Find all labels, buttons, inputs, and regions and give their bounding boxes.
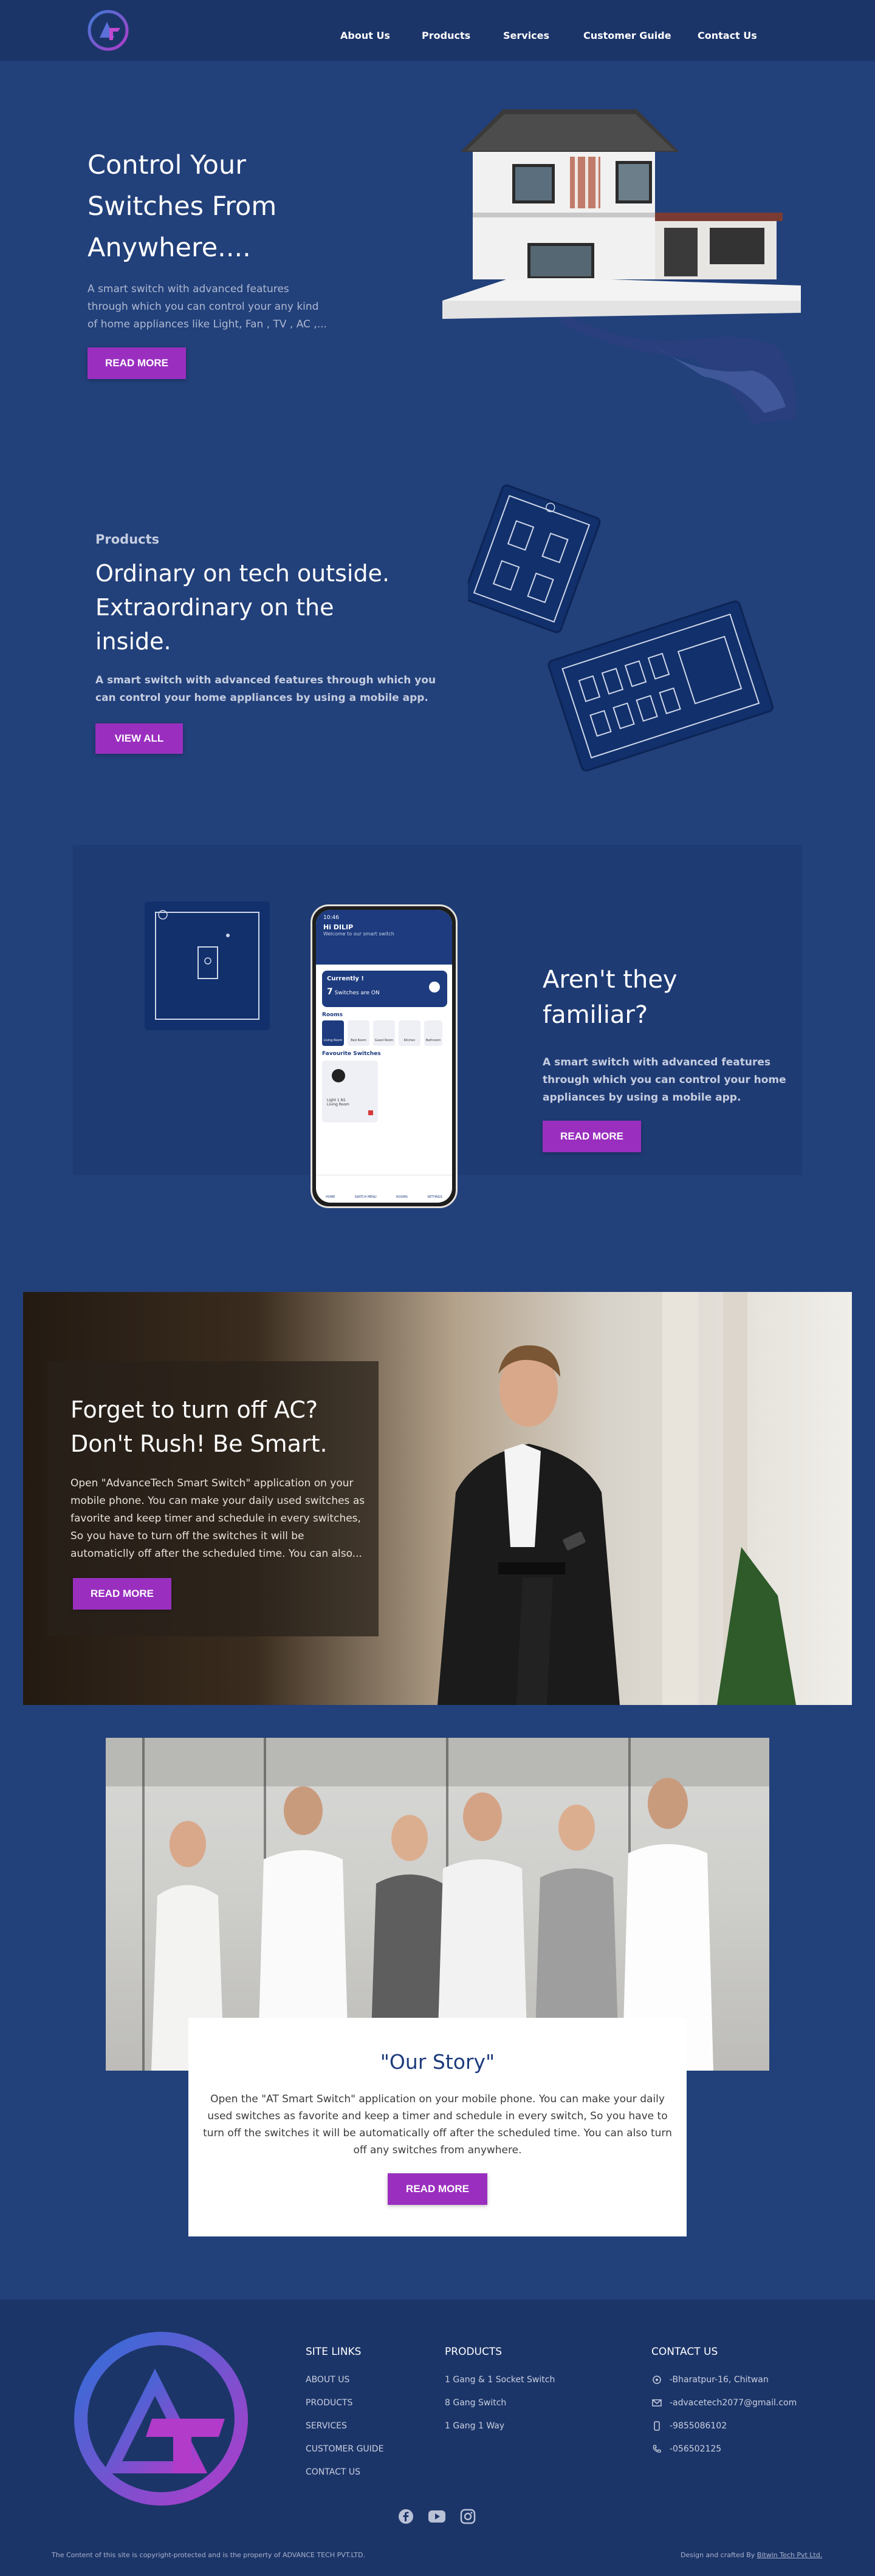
footer-credit-prefix: Design and crafted By <box>681 2551 755 2559</box>
ac-read-more-button[interactable]: READ MORE <box>73 1578 171 1610</box>
tab-switch-menu[interactable]: SWITCH MENU <box>355 1195 377 1199</box>
footer-link-services[interactable]: SERVICES <box>306 2421 347 2431</box>
familiar-title-line-2: familiar? <box>543 1001 648 1029</box>
hero-title-line-2: Switches From <box>88 191 277 222</box>
story-line-1: Open the "AT Smart Switch" application o… <box>210 2093 665 2105</box>
nav-contact-us[interactable]: Contact Us <box>698 30 757 41</box>
smart-switch-panels-image <box>468 484 774 772</box>
hero-title-line-1: Control Your <box>88 150 246 180</box>
footer-site-links-title: SITE LINKS <box>306 2346 362 2358</box>
man-with-phone-image <box>437 1292 796 1705</box>
phone-currently-label: Currently ! <box>327 975 364 982</box>
facebook-icon[interactable] <box>398 2509 414 2524</box>
footer-product-item[interactable]: 1 Gang & 1 Socket Switch <box>445 2375 555 2385</box>
familiar-desc-line-3: appliances by using a mobile app. <box>543 1092 741 1104</box>
instagram-icon[interactable] <box>460 2509 476 2524</box>
products-desc-line-1: A smart switch with advanced features th… <box>95 674 436 686</box>
footer-link-contact[interactable]: CONTACT US <box>306 2467 360 2477</box>
products-title-line-2: Extraordinary on the <box>95 594 334 621</box>
familiar-read-more-button[interactable]: READ MORE <box>543 1121 641 1152</box>
products-title-line-1: Ordinary on tech outside. <box>95 560 390 587</box>
phone-switches-count: 7 <box>327 987 333 997</box>
fav-switch-name: Light 1 N1 <box>327 1098 346 1102</box>
phone-switches-text: Switches are ON <box>334 990 380 996</box>
ac-desc-line-2: mobile phone. You can make your daily us… <box>70 1495 365 1507</box>
familiar-desc-line-2: through which you can control your home <box>543 1074 786 1086</box>
phone-time: 10:46 <box>323 915 339 921</box>
familiar-desc-line-1: A smart switch with advanced features <box>543 1056 771 1068</box>
footer-product-item[interactable]: 1 Gang 1 Way <box>445 2421 504 2431</box>
footer-copyright: The Content of this site is copyright-pr… <box>52 2551 365 2559</box>
hero-read-more-button[interactable]: READ MORE <box>88 347 186 379</box>
footer-credit: Design and crafted By Bitwin Tech Pvt Lt… <box>681 2551 822 2559</box>
products-desc-line-2: can control your home appliances by usin… <box>95 692 428 704</box>
logo-icon[interactable] <box>85 7 131 53</box>
ac-desc-line-1: Open "AdvanceTech Smart Switch" applicat… <box>70 1477 354 1489</box>
mobile-phone-icon <box>654 2421 660 2431</box>
story-title: "Our Story" <box>380 2050 495 2074</box>
nav-products[interactable]: Products <box>422 30 470 41</box>
products-title-line-3: inside. <box>95 628 171 655</box>
story-line-3: turn off the switches it will be automat… <box>203 2127 672 2139</box>
footer-link-customer-guide[interactable]: CUSTOMER GUIDE <box>306 2444 383 2454</box>
youtube-icon[interactable] <box>428 2510 445 2523</box>
footer-email[interactable]: -advacetech2077@gmail.com <box>670 2398 797 2408</box>
phone-rooms-label: Rooms <box>322 1012 343 1018</box>
ac-desc-line-4: So you have to turn off the switches it … <box>70 1530 304 1542</box>
familiar-title-line-1: Aren't they <box>543 966 678 994</box>
tab-home[interactable]: HOME <box>326 1195 335 1199</box>
phone-welcome: Welcome to our smart switch <box>323 931 394 937</box>
telephone-icon <box>653 2445 661 2453</box>
room-tile[interactable]: Living Room <box>322 1020 344 1046</box>
story-line-4: off any switches from anywhere. <box>353 2144 522 2156</box>
room-tile[interactable]: Bed Room <box>348 1020 369 1046</box>
email-icon <box>652 2399 662 2407</box>
ac-title-line-2: Don't Rush! Be Smart. <box>70 1430 328 1457</box>
power-toggle[interactable] <box>368 1110 373 1115</box>
story-read-more-button[interactable]: READ MORE <box>388 2173 487 2205</box>
logo-icon[interactable] <box>70 2328 252 2510</box>
house-in-hand-image <box>442 109 801 424</box>
footer-product-item[interactable]: 8 Gang Switch <box>445 2398 506 2408</box>
room-tile[interactable]: Bathroom <box>424 1020 442 1046</box>
nav-customer-guide[interactable]: Customer Guide <box>583 30 671 41</box>
footer-credit-link[interactable]: Bitwin Tech Pvt Ltd. <box>757 2551 822 2559</box>
fav-switch-room: Living Room <box>327 1102 349 1107</box>
footer-mobile[interactable]: -9855086102 <box>670 2421 727 2431</box>
phone-favourites-label: Favourite Switches <box>322 1051 381 1057</box>
nav-services[interactable]: Services <box>503 30 549 41</box>
lightbulb-icon <box>429 982 440 992</box>
room-tile[interactable]: Guest Room <box>373 1020 395 1046</box>
story-line-2: used switches as favorite and keep a tim… <box>207 2110 668 2122</box>
hero-desc-line-2: through which you can control your any k… <box>88 301 319 313</box>
single-switch-image <box>145 901 270 1030</box>
hero-desc-line-1: A smart switch with advanced features <box>88 283 289 295</box>
footer-link-products[interactable]: PRODUCTS <box>306 2398 352 2408</box>
footer-address: -Bharatpur-16, Chitwan <box>670 2375 769 2385</box>
products-eyebrow: Products <box>95 532 160 547</box>
footer-link-about[interactable]: ABOUT US <box>306 2375 349 2385</box>
nav-about-us[interactable]: About Us <box>340 30 390 41</box>
ac-title-line-1: Forget to turn off AC? <box>70 1396 318 1423</box>
footer-telephone[interactable]: -056502125 <box>670 2444 721 2454</box>
room-tile[interactable]: Kitchen <box>399 1020 420 1046</box>
ac-desc-line-3: favorite and keep timer and schedule in … <box>70 1512 361 1525</box>
location-icon <box>653 2376 661 2384</box>
tab-rooms[interactable]: ROOMS <box>396 1195 408 1199</box>
phone-greeting: Hi DILIP <box>323 923 354 931</box>
lightbulb-icon <box>332 1069 345 1082</box>
phone-mockup: 10:46 Hi DILIP Welcome to our smart swit… <box>311 904 458 1208</box>
hero-desc-line-3: of home appliances like Light, Fan , TV … <box>88 318 327 330</box>
hero-title-line-3: Anywhere.... <box>88 233 251 263</box>
footer-products-title: PRODUCTS <box>445 2346 503 2358</box>
ac-desc-line-5: automaticlly off after the scheduled tim… <box>70 1548 362 1560</box>
products-view-all-button[interactable]: VIEW ALL <box>95 723 183 754</box>
tab-settings[interactable]: SETTINGS <box>427 1195 442 1199</box>
footer-contact-title: CONTACT US <box>651 2346 718 2358</box>
